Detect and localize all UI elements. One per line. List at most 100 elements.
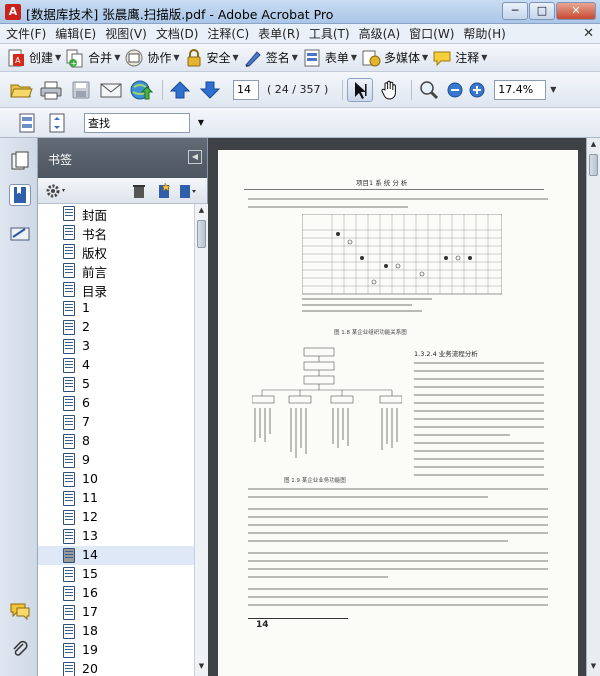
bookmark-item[interactable]: 10 (38, 470, 194, 489)
bookmark-page-icon (63, 358, 75, 373)
page-footer-rule (248, 618, 348, 619)
bookmark-item[interactable]: 16 (38, 584, 194, 603)
scroll-thumb[interactable] (589, 154, 598, 176)
bookmark-page-icon (63, 225, 75, 240)
document-close-button[interactable]: ✕ (583, 26, 594, 41)
document-scrollbar[interactable]: ▲ ▼ (586, 138, 600, 676)
bookmark-item[interactable]: 目录 (38, 280, 194, 299)
bookmark-item[interactable]: 19 (38, 641, 194, 660)
bookmark-item[interactable]: 5 (38, 375, 194, 394)
pages-thumbnails-icon[interactable] (9, 150, 31, 172)
text-line (248, 568, 548, 570)
bookmark-item[interactable]: 封面 (38, 204, 194, 223)
scroll-up-arrow-icon[interactable]: ▲ (196, 206, 207, 218)
select-cursor-icon[interactable] (347, 77, 374, 102)
page-layout-icon[interactable] (14, 111, 40, 135)
bookmark-item[interactable]: 4 (38, 356, 194, 375)
bookmark-item[interactable]: 6 (38, 394, 194, 413)
comments-panel-icon[interactable] (9, 600, 31, 622)
bookmark-item[interactable]: 20 (38, 660, 194, 676)
zoom-magnifier-icon[interactable] (416, 78, 442, 102)
bookmark-item[interactable]: 8 (38, 432, 194, 451)
zoom-level-input[interactable] (494, 79, 547, 100)
close-button[interactable]: ✕ (556, 2, 596, 20)
fit-page-icon[interactable] (44, 111, 70, 135)
bookmark-item[interactable]: 12 (38, 508, 194, 527)
text-line (414, 410, 544, 412)
page-number-input[interactable] (233, 79, 259, 100)
hand-tool-icon[interactable] (377, 78, 403, 102)
signatures-icon[interactable] (9, 222, 31, 244)
minimize-button[interactable]: ─ (502, 2, 528, 20)
menu-window[interactable]: 窗口(W) (409, 25, 454, 42)
menu-help[interactable]: 帮助(H) (463, 25, 505, 42)
next-page-arrow-icon[interactable] (197, 78, 223, 102)
maximize-button[interactable]: □ (529, 2, 555, 20)
menu-document[interactable]: 文档(D) (156, 25, 199, 42)
previous-page-arrow-icon[interactable] (167, 78, 193, 102)
figure-org-function-table (302, 214, 502, 312)
scroll-thumb[interactable] (197, 220, 206, 248)
open-folder-icon[interactable] (8, 78, 34, 102)
menu-forms[interactable]: 表单(R) (258, 25, 300, 42)
scroll-down-arrow-icon[interactable]: ▼ (196, 662, 207, 674)
menu-comments[interactable]: 注释(C) (207, 25, 249, 42)
bookmark-item[interactable]: 书名 (38, 223, 194, 242)
figure-business-function-tree (252, 347, 402, 458)
bookmark-page-icon (63, 206, 75, 221)
scroll-down-arrow-icon[interactable]: ▼ (588, 662, 599, 674)
scroll-up-arrow-icon[interactable]: ▲ (588, 140, 599, 152)
chevron-down-icon: ▼ (422, 53, 429, 62)
bookmarks-scrollbar[interactable]: ▲ ▼ (194, 204, 208, 676)
combine-button[interactable]: + 合并 ▼ (65, 46, 120, 70)
bookmark-item[interactable]: 18 (38, 622, 194, 641)
chevron-down-icon[interactable]: ▼ (198, 118, 204, 127)
secure-button[interactable]: 安全 ▼ (184, 46, 239, 70)
bookmark-item[interactable]: 9 (38, 451, 194, 470)
multimedia-button[interactable]: 多媒体 ▼ (361, 46, 428, 70)
email-icon[interactable] (98, 78, 124, 102)
figure-caption: 图 1.9 某企业业务功能图 (284, 478, 346, 484)
bookmark-item[interactable]: 前言 (38, 261, 194, 280)
chevron-down-icon[interactable]: ▼ (550, 85, 556, 94)
web-upload-icon[interactable] (128, 78, 154, 102)
bookmark-page-icon (63, 529, 75, 544)
bookmark-item[interactable]: 17 (38, 603, 194, 622)
bookmark-item[interactable]: 2 (38, 318, 194, 337)
options-gear-icon[interactable] (46, 183, 68, 202)
acrobat-app-icon[interactable]: A (5, 4, 21, 20)
find-input[interactable] (84, 112, 190, 133)
pen-sign-icon (243, 48, 263, 68)
bookmark-item[interactable]: 7 (38, 413, 194, 432)
expand-bookmark-icon[interactable] (178, 182, 200, 203)
bookmark-page-icon (63, 548, 75, 563)
menu-tools[interactable]: 工具(T) (309, 25, 350, 42)
print-icon[interactable] (38, 78, 64, 102)
sign-button[interactable]: 签名 ▼ (243, 46, 298, 70)
bookmark-item[interactable]: 13 (38, 527, 194, 546)
forms-button[interactable]: 表单 ▼ (302, 46, 357, 70)
bookmark-item[interactable]: 版权 (38, 242, 194, 261)
bookmark-item[interactable]: 11 (38, 489, 194, 508)
menu-view[interactable]: 视图(V) (105, 25, 147, 42)
bookmarks-icon[interactable] (9, 184, 31, 206)
bookmark-item-selected[interactable]: 14 (38, 546, 194, 565)
collapse-panel-icon[interactable]: ◀ (188, 150, 202, 164)
new-bookmark-icon[interactable] (156, 182, 172, 203)
comment-button[interactable]: 注释 ▼ (432, 46, 487, 70)
save-disk-icon[interactable] (68, 78, 94, 102)
bookmark-item[interactable]: 1 (38, 299, 194, 318)
menu-advanced[interactable]: 高级(A) (359, 25, 401, 42)
menu-edit[interactable]: 编辑(E) (55, 25, 96, 42)
attachments-paperclip-icon[interactable] (9, 638, 31, 660)
menu-file[interactable]: 文件(F) (6, 25, 46, 42)
zoom-out-icon[interactable] (446, 78, 464, 102)
bookmark-page-icon (63, 453, 75, 468)
document-view[interactable]: 项目1 系 统 分 析 图 1.8 某企业组织功能关系图 图 1.9 某企业业务… (208, 138, 600, 676)
bookmark-item[interactable]: 15 (38, 565, 194, 584)
collaborate-button[interactable]: 协作 ▼ (124, 46, 180, 70)
bookmark-item[interactable]: 3 (38, 337, 194, 356)
delete-trash-icon[interactable] (132, 183, 146, 202)
zoom-in-icon[interactable] (468, 78, 486, 102)
create-button[interactable]: A 创建 ▼ (6, 46, 61, 70)
